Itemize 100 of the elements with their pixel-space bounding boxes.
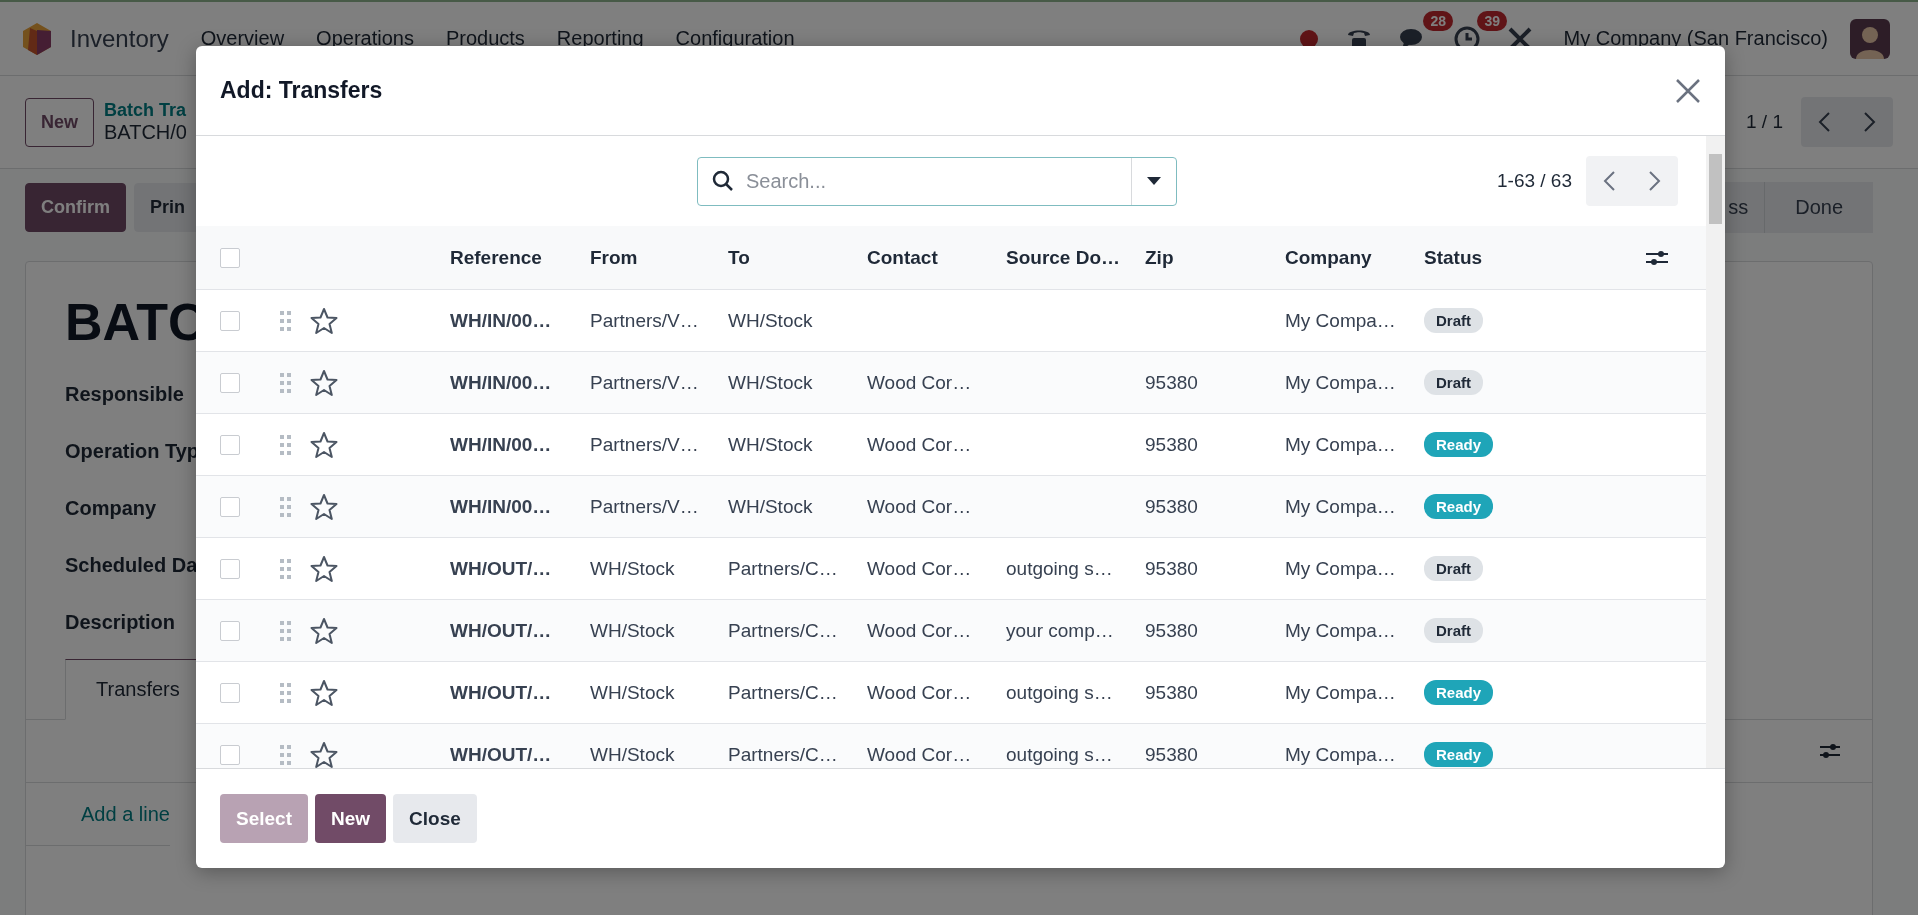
new-button[interactable]: New bbox=[315, 794, 387, 843]
scrollbar[interactable] bbox=[1706, 136, 1725, 768]
table-cell: WH/Stock bbox=[590, 619, 675, 642]
table-cell: WH/Stock bbox=[728, 495, 813, 518]
drag-handle-icon[interactable] bbox=[280, 744, 292, 765]
row-checkbox[interactable] bbox=[220, 744, 240, 765]
caret-down-icon[interactable] bbox=[1147, 177, 1161, 185]
row-checkbox[interactable] bbox=[220, 434, 240, 455]
pager-buttons[interactable] bbox=[1801, 97, 1893, 147]
column-header[interactable]: Source Do… bbox=[1006, 246, 1121, 269]
field-label: Company bbox=[65, 496, 157, 521]
table-row[interactable]: WH/OUT/… WH/Stock Partners/C… Wood Cor… outgoing s… 95380 My Compa… Draft bbox=[196, 538, 1706, 600]
table-cell: Wood Cor… bbox=[867, 619, 972, 642]
table-row[interactable]: WH/IN/00… Partners/V… WH/Stock Wood Cor… 95380 My Compa… Ready bbox=[196, 476, 1706, 538]
field-label: Description bbox=[65, 610, 176, 635]
star-icon[interactable] bbox=[310, 554, 338, 583]
drag-handle-icon[interactable] bbox=[280, 496, 292, 517]
confirm-button[interactable]: Confirm bbox=[25, 182, 126, 232]
table-cell: Wood Cor… bbox=[867, 371, 972, 394]
column-header[interactable]: To bbox=[728, 246, 750, 269]
dialog-title: Add: Transfers bbox=[220, 77, 383, 104]
table-row[interactable]: WH/IN/00… Partners/V… WH/Stock Wood Cor… 95380 My Compa… Ready bbox=[196, 414, 1706, 476]
new-button[interactable]: New bbox=[25, 97, 94, 147]
chevron-left-icon[interactable] bbox=[1817, 111, 1831, 133]
drag-handle-icon[interactable] bbox=[280, 682, 292, 703]
table-cell: Partners/V… bbox=[590, 433, 699, 456]
status-badge: Ready bbox=[1424, 494, 1494, 519]
column-header[interactable]: From bbox=[590, 246, 638, 269]
status-stage[interactable]: Done bbox=[1764, 181, 1873, 233]
pager-buttons[interactable] bbox=[1586, 156, 1678, 206]
column-header[interactable]: Status bbox=[1424, 246, 1483, 269]
star-icon[interactable] bbox=[310, 368, 338, 397]
status-badge: Draft bbox=[1424, 370, 1483, 395]
table-cell: Partners/C… bbox=[728, 743, 838, 766]
close-icon[interactable] bbox=[1675, 77, 1701, 104]
search-input[interactable]: Search... bbox=[744, 168, 1131, 194]
pager-value: 1 / 1 bbox=[1746, 111, 1783, 133]
table-cell: Wood Cor… bbox=[867, 495, 972, 518]
table-row[interactable]: WH/OUT/… WH/Stock Partners/C… Wood Cor… outgoing s… 95380 My Compa… Ready bbox=[196, 724, 1706, 768]
row-checkbox[interactable] bbox=[220, 558, 240, 579]
drag-handle-icon[interactable] bbox=[280, 372, 292, 393]
star-icon[interactable] bbox=[310, 492, 338, 521]
table-cell: My Compa… bbox=[1285, 433, 1396, 456]
reference-cell: WH/IN/00… bbox=[450, 495, 552, 518]
menu-item[interactable]: Overview bbox=[200, 27, 285, 50]
drag-handle-icon[interactable] bbox=[280, 558, 292, 579]
star-icon[interactable] bbox=[310, 430, 338, 459]
reference-cell: WH/IN/00… bbox=[450, 371, 552, 394]
close-button[interactable]: Close bbox=[393, 794, 477, 843]
table-row[interactable]: WH/OUT/… WH/Stock Partners/C… Wood Cor… your comp… 95380 My Compa… Draft bbox=[196, 600, 1706, 662]
search-icon bbox=[712, 170, 734, 192]
reference-cell: WH/OUT/… bbox=[450, 681, 552, 704]
menu-item[interactable]: Operations bbox=[316, 27, 414, 50]
table-row[interactable]: WH/IN/00… Partners/V… WH/Stock Wood Cor… 95380 My Compa… Draft bbox=[196, 352, 1706, 414]
drag-handle-icon[interactable] bbox=[280, 620, 292, 641]
field-label: Scheduled Da bbox=[65, 553, 198, 578]
table-cell: 95380 bbox=[1145, 681, 1198, 704]
notification-badge: 28 bbox=[1423, 10, 1454, 31]
table-cell: Wood Cor… bbox=[867, 557, 972, 580]
star-icon[interactable] bbox=[310, 678, 338, 707]
row-checkbox[interactable] bbox=[220, 682, 240, 703]
table-cell: My Compa… bbox=[1285, 681, 1396, 704]
menu-item[interactable]: Products bbox=[445, 27, 525, 50]
chevron-right-icon[interactable] bbox=[1648, 170, 1662, 192]
table-row[interactable]: WH/OUT/… WH/Stock Partners/C… Wood Cor… outgoing s… 95380 My Compa… Ready bbox=[196, 662, 1706, 724]
menu-item[interactable]: Reporting bbox=[556, 27, 644, 50]
app-name[interactable]: Inventory bbox=[70, 24, 169, 53]
table-cell: WH/Stock bbox=[590, 681, 675, 704]
row-checkbox[interactable] bbox=[220, 496, 240, 517]
table-cell: 95380 bbox=[1145, 495, 1198, 518]
select-all-checkbox[interactable] bbox=[220, 247, 240, 268]
chevron-left-icon[interactable] bbox=[1602, 170, 1616, 192]
chevron-right-icon[interactable] bbox=[1863, 111, 1877, 133]
search-field[interactable]: Search... bbox=[697, 156, 1177, 206]
status-dot-icon bbox=[1299, 28, 1320, 49]
row-checkbox[interactable] bbox=[220, 372, 240, 393]
star-icon[interactable] bbox=[310, 740, 338, 768]
table-cell: Partners/V… bbox=[590, 309, 699, 332]
status-badge: Ready bbox=[1424, 680, 1494, 705]
table-cell: WH/Stock bbox=[590, 743, 675, 766]
column-header[interactable]: Contact bbox=[867, 246, 938, 269]
drag-handle-icon[interactable] bbox=[280, 310, 292, 331]
table-row[interactable]: WH/IN/00… Partners/V… WH/Stock My Compa… Draft bbox=[196, 290, 1706, 352]
row-checkbox[interactable] bbox=[220, 620, 240, 641]
column-header[interactable]: Reference bbox=[450, 246, 542, 269]
table-cell: Partners/C… bbox=[728, 681, 838, 704]
star-icon[interactable] bbox=[310, 306, 338, 335]
drag-handle-icon[interactable] bbox=[280, 434, 292, 455]
row-checkbox[interactable] bbox=[220, 310, 240, 331]
table-cell: My Compa… bbox=[1285, 619, 1396, 642]
column-header[interactable]: Company bbox=[1285, 246, 1372, 269]
menu-item[interactable]: Configuration bbox=[675, 27, 795, 50]
status-badge: Ready bbox=[1424, 742, 1494, 767]
status-badge: Draft bbox=[1424, 618, 1483, 643]
star-icon[interactable] bbox=[310, 616, 338, 645]
reference-cell: WH/OUT/… bbox=[450, 619, 552, 642]
user-avatar[interactable] bbox=[1850, 18, 1890, 59]
column-header[interactable]: Zip bbox=[1145, 246, 1174, 269]
table-cell: Wood Cor… bbox=[867, 681, 972, 704]
table-cell: My Compa… bbox=[1285, 743, 1396, 766]
